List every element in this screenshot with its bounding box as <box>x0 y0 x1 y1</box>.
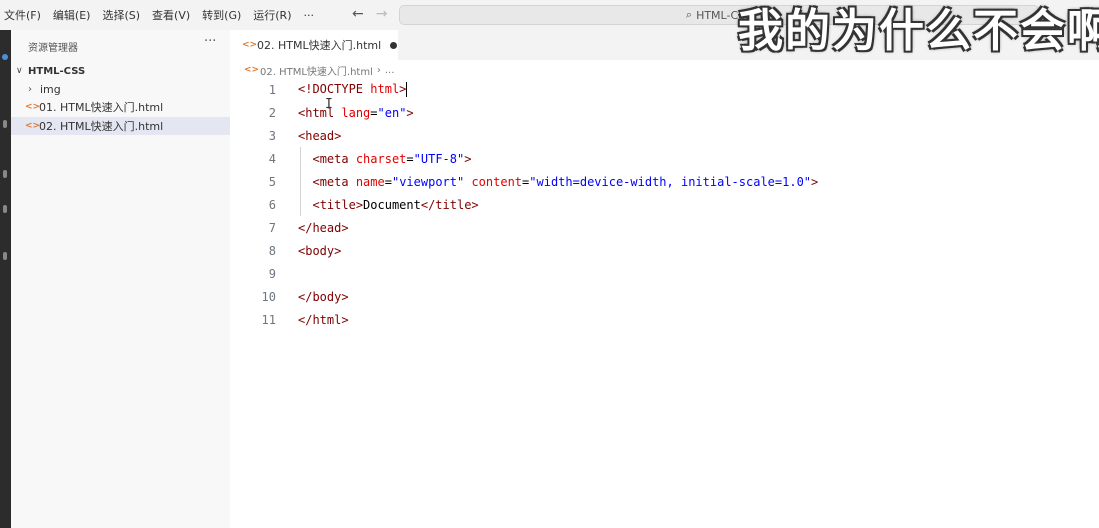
code-text: </html> <box>298 312 349 327</box>
tree-item-label: 01. HTML快速入门.html <box>39 101 164 114</box>
html-file-icon: <> <box>25 102 41 112</box>
breadcrumb-symbol[interactable]: ... <box>385 65 395 76</box>
activity-icon[interactable] <box>3 120 7 128</box>
explorer-sidebar: 资源管理器 ··· ∨ HTML-CSS › img <> 01. HTML快速… <box>11 30 230 528</box>
menu-bar: 文件(F) 编辑(E) 选择(S) 查看(V) 转到(G) 运行(R) ··· <box>4 0 326 30</box>
search-icon: ⌕ <box>685 8 693 21</box>
video-caption-overlay: 我的为什么不会啊 <box>738 4 1099 57</box>
code-text: <!DOCTYPE html> <box>298 82 408 97</box>
tab-label: 02. HTML快速入门.html <box>257 39 382 52</box>
activity-icon[interactable] <box>3 252 7 260</box>
line-number: 10 <box>261 289 276 304</box>
forward-arrow-icon[interactable]: → <box>376 6 388 22</box>
html-file-icon: <> <box>244 65 260 75</box>
line-number: 11 <box>261 312 276 327</box>
breadcrumb-separator-icon: › <box>376 64 381 76</box>
line-number: 1 <box>268 82 276 97</box>
code-text: </head> <box>298 220 349 235</box>
line-number: 3 <box>268 128 276 143</box>
tree-item-file-01[interactable]: <> 01. HTML快速入门.html <box>11 98 230 116</box>
unsaved-dot-icon[interactable] <box>390 41 398 49</box>
line-number: 4 <box>268 151 276 166</box>
text-caret <box>406 82 408 97</box>
explorer-activity-icon[interactable] <box>2 54 8 60</box>
code-line[interactable]: 10 </body> <box>230 285 1099 308</box>
workspace-folder-name: HTML-CSS <box>28 65 86 77</box>
chevron-right-icon: › <box>28 83 32 95</box>
code-text: <html lang="en"> <box>298 105 414 120</box>
code-line[interactable]: 4 <meta charset="UTF-8"> <box>230 147 1099 170</box>
line-number: 8 <box>268 243 276 258</box>
html-file-icon: <> <box>242 40 258 50</box>
code-line[interactable]: 7 </head> <box>230 216 1099 239</box>
code-text: </body> <box>298 289 349 304</box>
code-line[interactable]: 6 <title>Document</title> <box>230 193 1099 216</box>
code-text: <head> <box>298 128 342 143</box>
nav-arrows: ← → <box>352 6 399 22</box>
line-number: 9 <box>268 266 276 281</box>
tree-item-img-folder[interactable]: › img <box>11 80 230 98</box>
line-number: 7 <box>268 220 276 235</box>
breadcrumb-file[interactable]: 02. HTML快速入门.html <box>260 63 373 78</box>
tab-02-html[interactable]: <> 02. HTML快速入门.html <box>230 30 398 60</box>
code-line[interactable]: 3 <head> <box>230 124 1099 147</box>
tree-item-label: 02. HTML快速入门.html <box>39 120 164 133</box>
breadcrumb: <> 02. HTML快速入门.html › ... <box>230 60 1099 80</box>
menu-selection[interactable]: 选择(S) <box>102 7 140 23</box>
back-arrow-icon[interactable]: ← <box>352 6 364 22</box>
code-text: <title>Document</title> <box>312 197 479 212</box>
explorer-title: 资源管理器 <box>28 43 78 54</box>
code-text: <body> <box>298 243 342 258</box>
code-text: <meta name="viewport" content="width=dev… <box>312 174 819 189</box>
line-number: 6 <box>268 197 276 212</box>
more-actions-icon[interactable]: ··· <box>204 34 216 49</box>
code-line[interactable]: 8 <body> <box>230 239 1099 262</box>
code-line[interactable]: 1 <!DOCTYPE html> <box>230 78 1099 101</box>
code-line[interactable]: 9 <box>230 262 1099 285</box>
text-cursor-pointer-icon: I <box>325 97 333 112</box>
code-line[interactable]: 5 <meta name="viewport" content="width=d… <box>230 170 1099 193</box>
chevron-down-icon: ∨ <box>16 66 23 76</box>
menu-more[interactable]: ··· <box>304 9 315 22</box>
code-line[interactable]: 11 </html> <box>230 308 1099 331</box>
activity-icon[interactable] <box>3 170 7 178</box>
line-number: 2 <box>268 105 276 120</box>
menu-run[interactable]: 运行(R) <box>253 7 291 23</box>
html-file-icon: <> <box>25 121 41 131</box>
tree-item-file-02[interactable]: <> 02. HTML快速入门.html <box>11 117 230 135</box>
menu-go[interactable]: 转到(G) <box>202 7 241 23</box>
workspace-folder[interactable]: ∨ HTML-CSS <box>11 62 230 80</box>
tree-item-label: img <box>40 82 61 96</box>
code-line[interactable]: 2 <html lang="en"> <box>230 101 1099 124</box>
activity-bar <box>0 30 11 528</box>
activity-icon[interactable] <box>3 205 7 213</box>
code-text: <meta charset="UTF-8"> <box>312 151 472 166</box>
menu-view[interactable]: 查看(V) <box>152 7 190 23</box>
code-editor[interactable]: 1 <!DOCTYPE html> 2 <html lang="en"> 3 <head>… <box>230 80 1099 528</box>
menu-edit[interactable]: 编辑(E) <box>53 7 91 23</box>
menu-file[interactable]: 文件(F) <box>4 7 41 23</box>
line-number: 5 <box>268 174 276 189</box>
